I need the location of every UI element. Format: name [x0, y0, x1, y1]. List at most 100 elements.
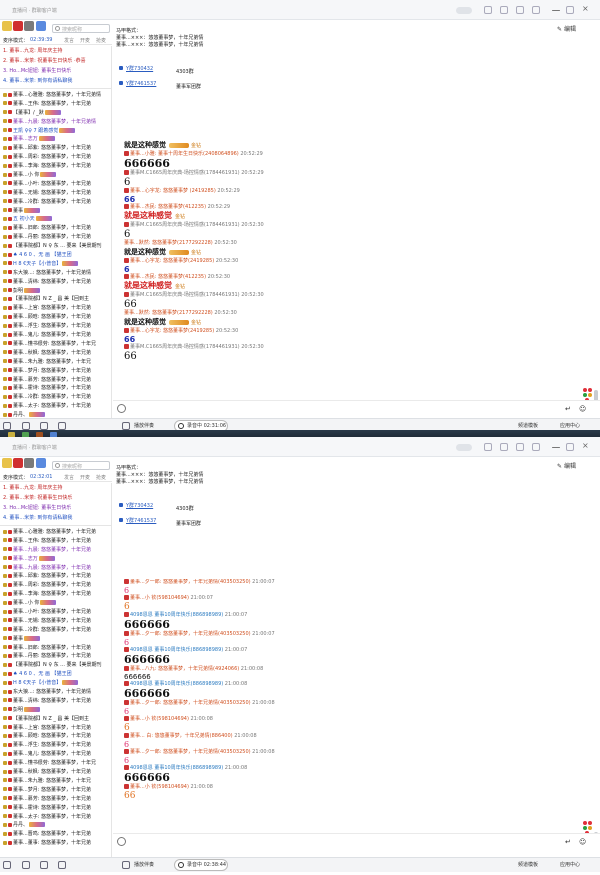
- search-input[interactable]: 搜索昵称: [52, 24, 110, 33]
- member-item[interactable]: 董事...上官: 悠悠董事梦，十年兄弟: [0, 304, 111, 313]
- avatar[interactable]: [36, 21, 46, 31]
- sender-name[interactable]: 董事...八九: 悠悠董事梦，十年兄弟情(4924066): [130, 666, 239, 672]
- emoji-icon[interactable]: [117, 404, 126, 413]
- home-icon[interactable]: [484, 443, 492, 451]
- member-item[interactable]: 董事...九晨: 悠悠董事梦，十年兄弟: [0, 564, 111, 573]
- chat-input[interactable]: ↵ ☺: [113, 833, 600, 849]
- member-item[interactable]: 东大狼...: 悠悠董事梦，十年兄弟情: [0, 688, 111, 697]
- mode-toggle[interactable]: [456, 444, 472, 451]
- pinned-item[interactable]: 4. 董事...米茶: 到你有请私聊我: [0, 76, 111, 86]
- sender-name[interactable]: 董事M.C1665周年庆典-场控情感(1784461931): [130, 170, 240, 176]
- sender-name[interactable]: 董事...心字龙: 悠悠董事梦(2419285): [130, 258, 214, 264]
- sender-name[interactable]: 董事...小 钦(598104694): [130, 716, 189, 722]
- avatar[interactable]: [24, 458, 34, 468]
- app-center[interactable]: 应用中心: [560, 861, 580, 868]
- sender-name[interactable]: 董事M.C1665周年庆典-场控情感(1784461931): [130, 292, 240, 298]
- speaker-icon[interactable]: [22, 422, 30, 430]
- sender-name[interactable]: 董事M.C1665周年庆典-场控情感(1784461931): [130, 344, 240, 350]
- menu-icon[interactable]: [532, 443, 540, 451]
- pinned-item[interactable]: 2. 董事...米茶: 祝董事生日快乐: [0, 493, 111, 503]
- member-item[interactable]: 董事...小叶: 悠悠董事梦，十年兄弟: [0, 608, 111, 617]
- pinned-item[interactable]: 4. 董事...米茶: 到你有请私聊我: [0, 513, 111, 523]
- pinned-item[interactable]: 2. 董事...米茶: 祝董事生日快乐 ·恭喜: [0, 56, 111, 66]
- mic-icon[interactable]: [40, 861, 48, 869]
- avatar[interactable]: [24, 21, 34, 31]
- member-item[interactable]: 彭明: [0, 287, 111, 296]
- member-item[interactable]: 东大狼...: 悠悠董事梦，十年兄弟情: [0, 269, 111, 278]
- tab-grab-mic[interactable]: 抢麦: [96, 474, 106, 481]
- tab-open-mic[interactable]: 开麦: [80, 37, 90, 44]
- speaker-icon[interactable]: [22, 861, 30, 869]
- sender-name[interactable]: 董事...心字龙: 悠悠董事梦 (2419285): [130, 188, 216, 194]
- member-item[interactable]: 董事...邱紫: 悠悠董事梦，十年兄弟: [0, 144, 111, 153]
- member-item[interactable]: H 8 €天子【小普音】: [0, 260, 111, 269]
- recording-indicator[interactable]: 录音中 02:38:44: [174, 859, 228, 871]
- member-item[interactable]: 董事...无锡: 悠悠董事梦，十年兄弟: [0, 189, 111, 198]
- member-item[interactable]: 【董事院都】N Z _ 昌 美【回到主: [0, 295, 111, 304]
- settings-icon[interactable]: [3, 861, 11, 869]
- playlist-icon[interactable]: [122, 861, 130, 869]
- mode-toggle[interactable]: [456, 7, 472, 14]
- member-item[interactable]: 董事...九晨: 悠悠董事梦，十年兄弟: [0, 546, 111, 555]
- member-item[interactable]: 董事...冷群: 悠悠董事梦，十年兄弟: [0, 626, 111, 635]
- sender-name[interactable]: 董事...夕一郎: 悠悠董事梦，十年兄弟情(403503250): [130, 749, 251, 755]
- send-icon[interactable]: ↵: [565, 405, 571, 413]
- minimize-icon[interactable]: [552, 10, 560, 11]
- settings-icon[interactable]: [516, 443, 524, 451]
- member-item[interactable]: 董事...秋枫: 悠悠董事梦，十年兄弟: [0, 768, 111, 777]
- sender-name[interactable]: 董事...小 钦(598104694): [130, 784, 189, 790]
- member-item[interactable]: 丹丹、: [0, 821, 111, 830]
- member-item[interactable]: 董事...懂书很劳: 悠悠董事梦，十年兄: [0, 759, 111, 768]
- emoji-menu-icon[interactable]: ☺: [579, 405, 586, 413]
- edit-button[interactable]: ✎ 编辑: [557, 24, 576, 33]
- bell-icon[interactable]: [500, 6, 508, 14]
- avatar[interactable]: [2, 21, 12, 31]
- app-center[interactable]: 应用中心: [560, 422, 580, 429]
- emoji-menu-icon[interactable]: ☺: [579, 838, 586, 846]
- member-item[interactable]: 董事...小叶: 悠悠董事梦，十年兄弟: [0, 180, 111, 189]
- member-item[interactable]: 【董事院都】N ♀ 东 ... 要来【美景期刊: [0, 661, 111, 670]
- search-input[interactable]: 搜索昵称: [52, 461, 110, 470]
- member-item[interactable]: 董事...清纬: 悠悠董事梦，十年兄弟: [0, 697, 111, 706]
- member-item[interactable]: 董事...顾晗: 悠悠董事梦，十年兄弟: [0, 732, 111, 741]
- home-icon[interactable]: [484, 6, 492, 14]
- sender-name[interactable]: 董事...默然: 悠悠董事梦(2177292228): [124, 310, 213, 316]
- close-icon[interactable]: ×: [582, 4, 590, 13]
- member-item[interactable]: 董事...鬼儿: 悠悠董事梦，十年兄弟: [0, 750, 111, 759]
- maximize-icon[interactable]: [566, 6, 574, 14]
- edit-button[interactable]: ✎ 编辑: [557, 461, 576, 470]
- member-item[interactable]: 董事...浮生: 悠悠董事梦，十年兄弟: [0, 322, 111, 331]
- member-item[interactable]: 董事...志万: [0, 135, 111, 144]
- menu-icon[interactable]: [532, 6, 540, 14]
- member-item[interactable]: 董事...小 你: [0, 171, 111, 180]
- member-item[interactable]: 董事...鬼儿: 悠悠董事梦，十年兄弟: [0, 331, 111, 340]
- member-item[interactable]: ♠ 4 6 0 、无 画 【猫王团: [0, 670, 111, 679]
- member-item[interactable]: 五 初小天: [0, 215, 111, 224]
- settings-icon[interactable]: [516, 6, 524, 14]
- member-item[interactable]: 董事...周彩: 悠悠董事梦，十年兄弟: [0, 581, 111, 590]
- member-item[interactable]: 董事...晋鸣: 悠悠董事梦，十年兄弟: [0, 830, 111, 839]
- pinned-item[interactable]: 1. 董事...九龙: 周年庆主持: [0, 483, 111, 493]
- channel-template[interactable]: 频道模板: [518, 861, 538, 868]
- member-item[interactable]: 董事...董事: 悠悠董事梦，十年兄弟: [0, 839, 111, 848]
- member-item[interactable]: 董事...霍诗: 悠悠董事梦，十年兄弟: [0, 384, 111, 393]
- member-item[interactable]: 董事: [0, 207, 111, 216]
- minimize-icon[interactable]: [552, 447, 560, 448]
- avatar[interactable]: [13, 21, 23, 31]
- equalizer-icon[interactable]: [58, 861, 66, 869]
- tab-speak[interactable]: 发言: [64, 474, 74, 481]
- member-item[interactable]: 董事...懂书很劳: 悠悠董事梦，十年兄: [0, 340, 111, 349]
- playlist-icon[interactable]: [122, 422, 130, 430]
- pinned-item[interactable]: 1. 董事...九龙: 周年庆主持: [0, 46, 111, 56]
- sender-name[interactable]: 董事...夕一郎: 悠悠董事梦，十年兄弟情(403503250): [130, 579, 251, 585]
- member-item[interactable]: 董事...朱九雅: 悠悠董事梦，十年兄: [0, 358, 111, 367]
- member-item[interactable]: 董事...浮生: 悠悠董事梦，十年兄弟: [0, 741, 111, 750]
- member-item[interactable]: 董事...周彩: 悠悠董事梦，十年兄弟: [0, 153, 111, 162]
- member-item[interactable]: 董事...冷群: 悠悠董事梦，十年兄弟: [0, 198, 111, 207]
- member-item[interactable]: H 8 €天子【小普音】: [0, 679, 111, 688]
- playlist-label[interactable]: 播放伴奏: [134, 861, 154, 868]
- group-link-2[interactable]: Y群7461537: [126, 517, 156, 524]
- member-item[interactable]: 董事...王伟: 悠悠董事梦，十年兄弟: [0, 100, 111, 109]
- member-item[interactable]: 董事...旧郎: 悠悠董事梦，十年兄弟: [0, 644, 111, 653]
- avatar[interactable]: [36, 458, 46, 468]
